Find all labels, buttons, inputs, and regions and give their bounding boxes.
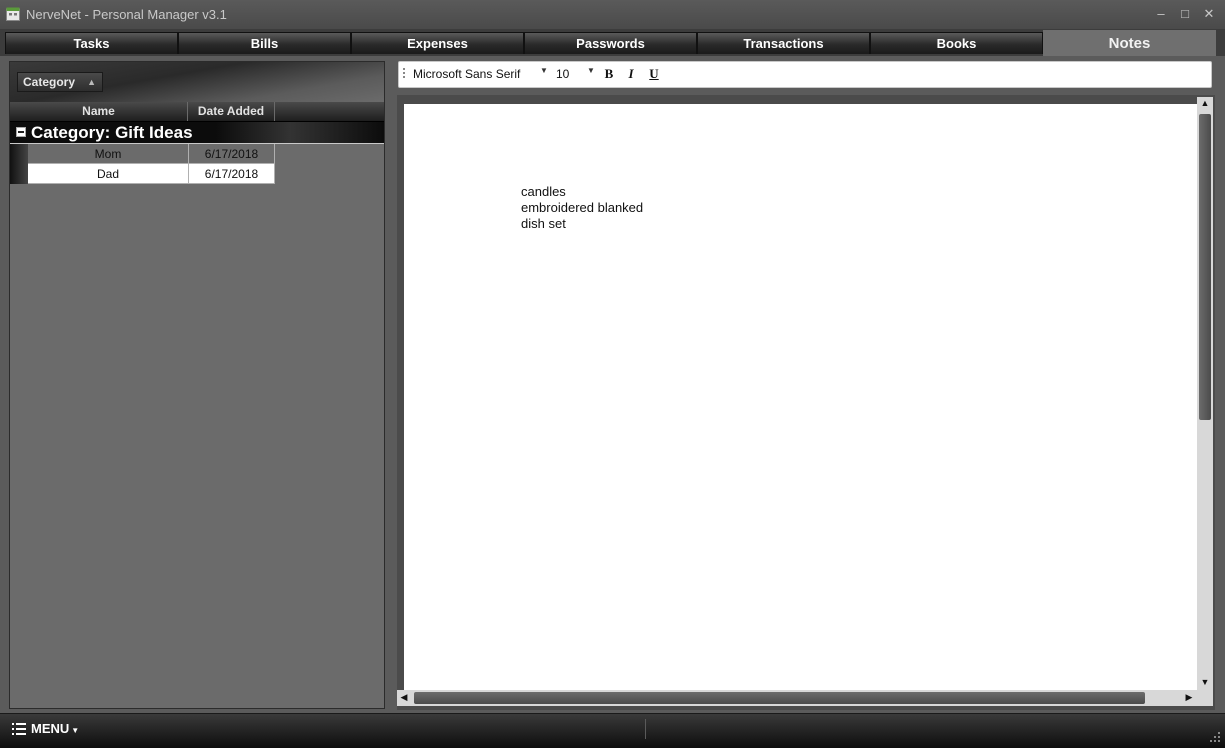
toolbar-grip-icon[interactable] [402, 67, 406, 81]
scroll-right-icon[interactable]: ▶ [1182, 692, 1196, 703]
tab-notes[interactable]: Notes [1043, 30, 1216, 56]
note-text-line[interactable]: dish set [521, 216, 566, 231]
tab-passwords[interactable]: Passwords [524, 32, 697, 54]
row-indicator [10, 144, 28, 184]
minus-box-icon[interactable] [16, 127, 26, 137]
minimize-button[interactable]: – [1150, 4, 1172, 24]
note-text-line[interactable]: candles [521, 184, 566, 199]
list-icon[interactable] [12, 723, 26, 735]
menu-button[interactable]: MENU ▼ [31, 721, 79, 736]
group-title: Category: Gift Ideas [31, 123, 193, 142]
horizontal-scroll-thumb[interactable] [414, 692, 1145, 704]
tab-bills[interactable]: Bills [178, 32, 351, 54]
table-row-date[interactable]: 6/17/2018 [189, 164, 275, 184]
app-icon [6, 7, 20, 21]
tab-transactions[interactable]: Transactions [697, 32, 870, 54]
vertical-scroll-thumb[interactable] [1199, 114, 1211, 420]
italic-button[interactable]: I [623, 65, 639, 83]
table-row-name[interactable]: Mom [28, 144, 189, 164]
scroll-down-icon[interactable]: ▼ [1198, 677, 1212, 687]
chevron-down-icon: ▼ [71, 726, 80, 735]
bold-button[interactable]: B [601, 65, 617, 83]
window-title: NerveNet - Personal Manager v3.1 [26, 7, 227, 22]
chevron-down-icon[interactable]: ▼ [540, 66, 548, 75]
font-name-select[interactable]: Microsoft Sans Serif [413, 67, 520, 81]
maximize-button[interactable]: □ [1174, 4, 1196, 24]
note-text-line[interactable]: embroidered blanked [521, 200, 643, 215]
triangle-up-icon: ▲ [87, 77, 96, 87]
underline-button[interactable]: U [646, 65, 662, 83]
font-size-select[interactable]: 10 [556, 67, 569, 81]
status-bar [0, 713, 1225, 748]
scroll-left-icon[interactable]: ◀ [397, 692, 411, 703]
group-by-category-button[interactable]: Category ▲ [17, 72, 103, 92]
size-grip-icon[interactable] [1209, 731, 1221, 743]
group-by-label: Category [23, 75, 76, 89]
menu-label: MENU [31, 721, 70, 736]
table-row-name[interactable]: Dad [28, 164, 189, 184]
table-row-date[interactable]: 6/17/2018 [189, 144, 275, 164]
tab-tasks[interactable]: Tasks [5, 32, 178, 54]
tab-books[interactable]: Books [870, 32, 1043, 54]
chevron-down-icon[interactable]: ▼ [587, 66, 595, 75]
tab-expenses[interactable]: Expenses [351, 32, 524, 54]
column-header-date-added[interactable]: Date Added [188, 102, 275, 121]
close-button[interactable]: ✕ [1198, 4, 1220, 24]
scroll-up-icon[interactable]: ▲ [1198, 98, 1212, 108]
status-divider [645, 719, 646, 739]
column-header-name[interactable]: Name [10, 102, 188, 121]
